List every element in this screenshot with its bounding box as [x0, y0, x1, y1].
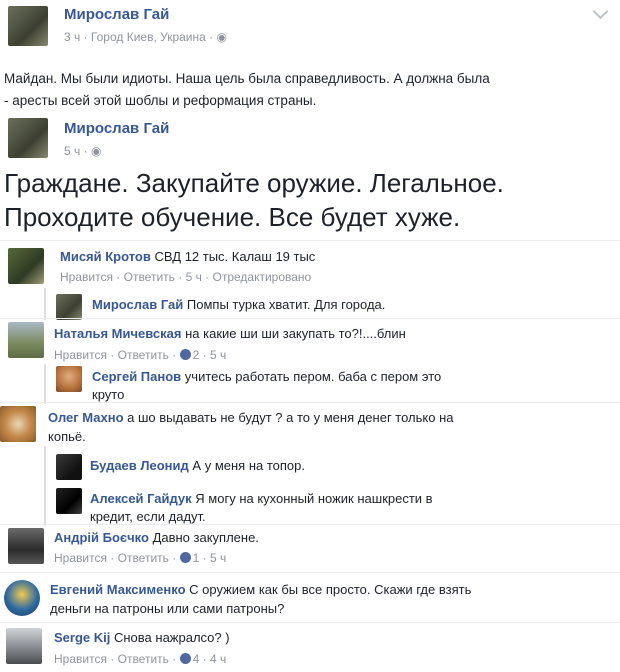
comment-author[interactable]: Олег Махно	[48, 410, 124, 425]
reply: Будаев Леонид А у меня на топор.	[90, 458, 305, 473]
avatar[interactable]	[8, 6, 48, 46]
post-meta: 5 ч · ◉	[64, 144, 101, 158]
divider	[0, 622, 620, 623]
comment-text: СВД 12 тыс. Калаш 19 тыс	[154, 249, 316, 264]
comment-actions[interactable]: Нравится · Ответить · 1 · 5 ч	[54, 551, 226, 565]
comment: Андрій Боєчко Давно закуплене.	[54, 530, 259, 545]
comment: Евгений Максименко С оружием как бы все …	[50, 580, 590, 618]
like-count[interactable]: 1	[193, 551, 200, 565]
avatar[interactable]	[6, 628, 42, 664]
comment-time[interactable]: · 5 ч	[203, 551, 227, 565]
reply-text: Я могу на кухонный ножик нашкрести в	[195, 491, 433, 506]
comment-actions[interactable]: Нравится · Ответить · 5 ч · Отредактиров…	[60, 270, 311, 284]
divider	[0, 524, 620, 525]
globe-icon: ◉	[90, 144, 102, 158]
post-meta: 3 ч · Город Киев, Украина · ◉	[64, 30, 227, 44]
comment-text: деньги на патроны или сами патроны?	[50, 601, 285, 616]
comment-actions-text[interactable]: Нравится · Ответить ·	[54, 652, 176, 666]
reply-thread-line	[44, 288, 46, 320]
divider	[0, 402, 620, 403]
comment-actions[interactable]: Нравится · Ответить · 2 · 5 ч	[54, 348, 226, 362]
divider	[0, 572, 620, 573]
reply-author[interactable]: Будаев Леонид	[90, 458, 189, 473]
comment-author[interactable]: Мисяй Кротов	[60, 249, 151, 264]
like-icon	[179, 653, 191, 664]
avatar[interactable]	[8, 322, 44, 358]
post-meta-text: 5 ч ·	[64, 144, 88, 158]
comment-time[interactable]: · 5 ч	[203, 348, 227, 362]
post-text-line: Проходите обучение. Все будет хуже.	[4, 202, 461, 232]
reply-author[interactable]: Мирослав Гай	[92, 297, 183, 312]
reply: Сергей Панов учитесь работать пером. баб…	[92, 368, 532, 404]
comment: Serge Kij Снова нажралсо? )	[54, 630, 230, 645]
comment: Наталья Мичевская на какие ши ши закупат…	[54, 326, 406, 341]
like-count[interactable]: 4	[193, 652, 200, 666]
reply-text: А у меня на топор.	[192, 458, 305, 473]
comment-author[interactable]: Евгений Максименко	[50, 582, 186, 597]
like-icon	[179, 552, 191, 563]
comment: Олег Махно а шо выдавать не будут ? а то…	[48, 408, 568, 446]
globe-icon: ◉	[216, 30, 227, 44]
post-text-line: Граждане. Закупайте оружие. Легальное.	[4, 168, 504, 198]
reply-author[interactable]: Алексей Гайдук	[90, 491, 192, 506]
comment-text: С оружием как бы все просто. Скажи где в…	[189, 582, 472, 597]
post-meta-text: 3 ч · Город Киев, Украина ·	[64, 30, 214, 44]
comment-actions-text[interactable]: Нравится · Ответить ·	[54, 551, 176, 565]
chevron-down-icon[interactable]	[592, 3, 609, 20]
comment-author[interactable]: Андрій Боєчко	[54, 530, 149, 545]
divider	[0, 240, 620, 241]
divider	[0, 318, 620, 319]
comment: Мисяй Кротов СВД 12 тыс. Калаш 19 тыс	[60, 249, 315, 264]
like-count[interactable]: 2	[193, 348, 200, 362]
comment-author[interactable]: Serge Kij	[54, 630, 110, 645]
comment-actions[interactable]: Нравится · Ответить · 4 · 4 ч	[54, 652, 226, 666]
comment-text: Снова нажралсо? )	[113, 630, 230, 645]
reply-thread-line	[44, 446, 46, 526]
post-author[interactable]: Мирослав Гай	[64, 6, 169, 23]
like-icon	[179, 349, 191, 360]
avatar[interactable]	[0, 406, 36, 442]
reply: Мирослав Гай Помпы турка хватит. Для гор…	[92, 297, 385, 312]
reply-author[interactable]: Сергей Панов	[92, 369, 181, 384]
avatar[interactable]	[56, 454, 82, 480]
reply-text: учитесь работать пером. баба с пером это	[184, 369, 442, 384]
reply-text: круто	[92, 387, 125, 402]
post-text: Майдан. Мы были идиоты. Наша цель была с…	[4, 68, 616, 112]
avatar[interactable]	[56, 294, 82, 320]
reply: Алексей Гайдук Я могу на кухонный ножик …	[90, 490, 530, 526]
post-author[interactable]: Мирослав Гай	[64, 120, 169, 137]
post-text-line: Майдан. Мы были идиоты. Наша цель была с…	[4, 71, 490, 86]
avatar[interactable]	[56, 488, 82, 514]
avatar[interactable]	[56, 366, 82, 392]
comment-author[interactable]: Наталья Мичевская	[54, 326, 181, 341]
comment-text: а шо выдавать не будут ? а то у меня ден…	[127, 410, 454, 425]
avatar[interactable]	[8, 248, 44, 284]
comment-text: Давно закуплене.	[152, 530, 259, 545]
comment-text: на какие ши ши закупать то?!....блин	[185, 326, 406, 341]
reply-text: Помпы турка хватит. Для города.	[186, 297, 386, 312]
comment-text: копьё.	[48, 429, 86, 444]
post-text-line: - аресты всей этой шоблы и реформация ст…	[4, 93, 317, 108]
reply-thread-line	[44, 364, 46, 404]
avatar[interactable]	[8, 118, 48, 158]
avatar[interactable]	[8, 528, 44, 564]
post-text: Граждане. Закупайте оружие. Легальное. П…	[4, 166, 616, 234]
avatar[interactable]	[4, 580, 40, 616]
reply-text: кредит, если дадут.	[90, 509, 206, 524]
comment-actions-text[interactable]: Нравится · Ответить ·	[54, 348, 176, 362]
comment-time[interactable]: · 4 ч	[203, 652, 227, 666]
